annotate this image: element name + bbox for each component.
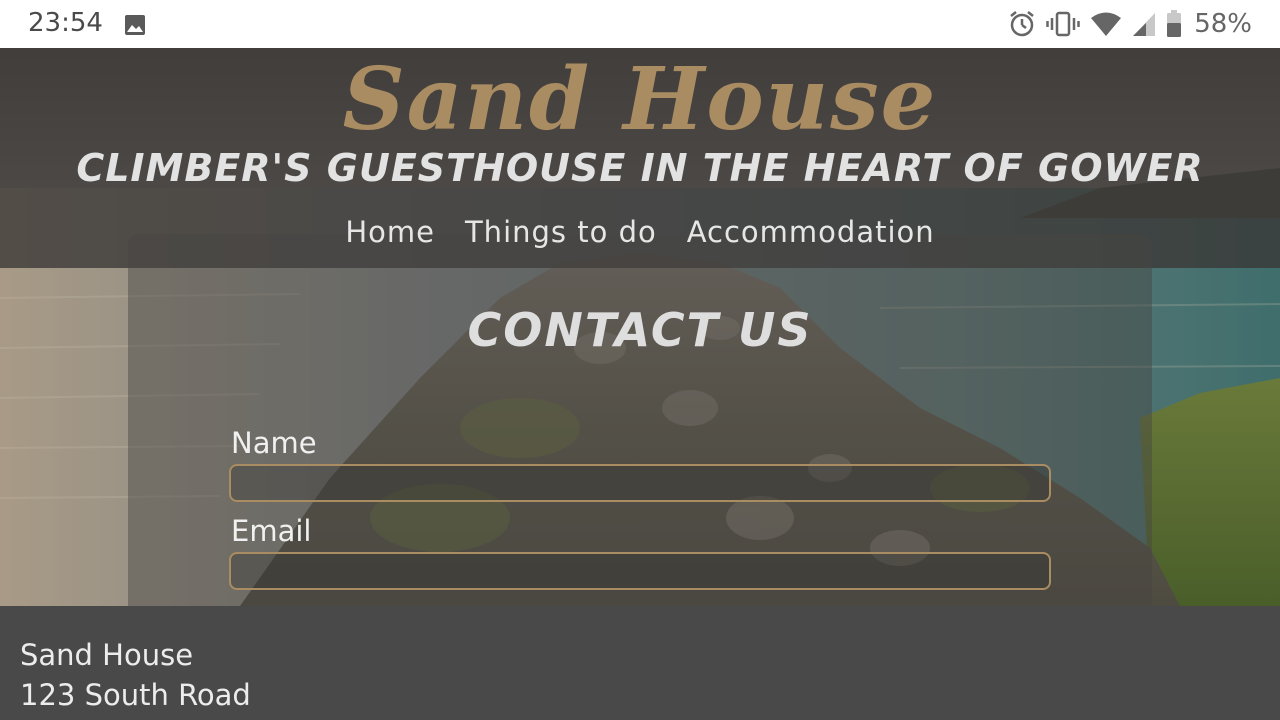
contact-heading: CONTACT US — [467, 303, 813, 357]
name-field[interactable] — [229, 464, 1051, 502]
footer-business-name: Sand House — [20, 638, 194, 672]
email-label: Email — [231, 514, 312, 548]
status-icons: 58% — [1008, 8, 1252, 40]
photo-icon — [124, 14, 146, 36]
alarm-icon — [1008, 10, 1036, 38]
wifi-icon — [1090, 11, 1122, 37]
name-label: Name — [231, 426, 317, 460]
nav-item-things-to-do[interactable]: Things to do — [465, 212, 657, 252]
nav-item-accommodation[interactable]: Accommodation — [687, 212, 935, 252]
main-nav: Home Things to do Accommodation — [0, 212, 1280, 252]
vibrate-icon — [1046, 10, 1080, 38]
footer: Sand House 123 South Road — [0, 606, 1280, 720]
battery-percent: 58% — [1194, 9, 1252, 39]
status-bar: 23:54 58% — [0, 0, 1280, 48]
status-time: 23:54 — [28, 8, 103, 38]
battery-icon — [1166, 10, 1182, 38]
contact-panel — [128, 234, 1152, 606]
footer-address: 123 South Road — [20, 678, 251, 712]
nav-item-home[interactable]: Home — [345, 212, 435, 252]
web-page: Sand House CLIMBER'S GUESTHOUSE IN THE H… — [0, 48, 1280, 720]
cell-signal-icon — [1132, 11, 1156, 37]
site-tagline: CLIMBER'S GUESTHOUSE IN THE HEART OF GOW… — [76, 146, 1204, 190]
site-title[interactable]: Sand House — [0, 50, 1280, 150]
email-field[interactable] — [229, 552, 1051, 590]
